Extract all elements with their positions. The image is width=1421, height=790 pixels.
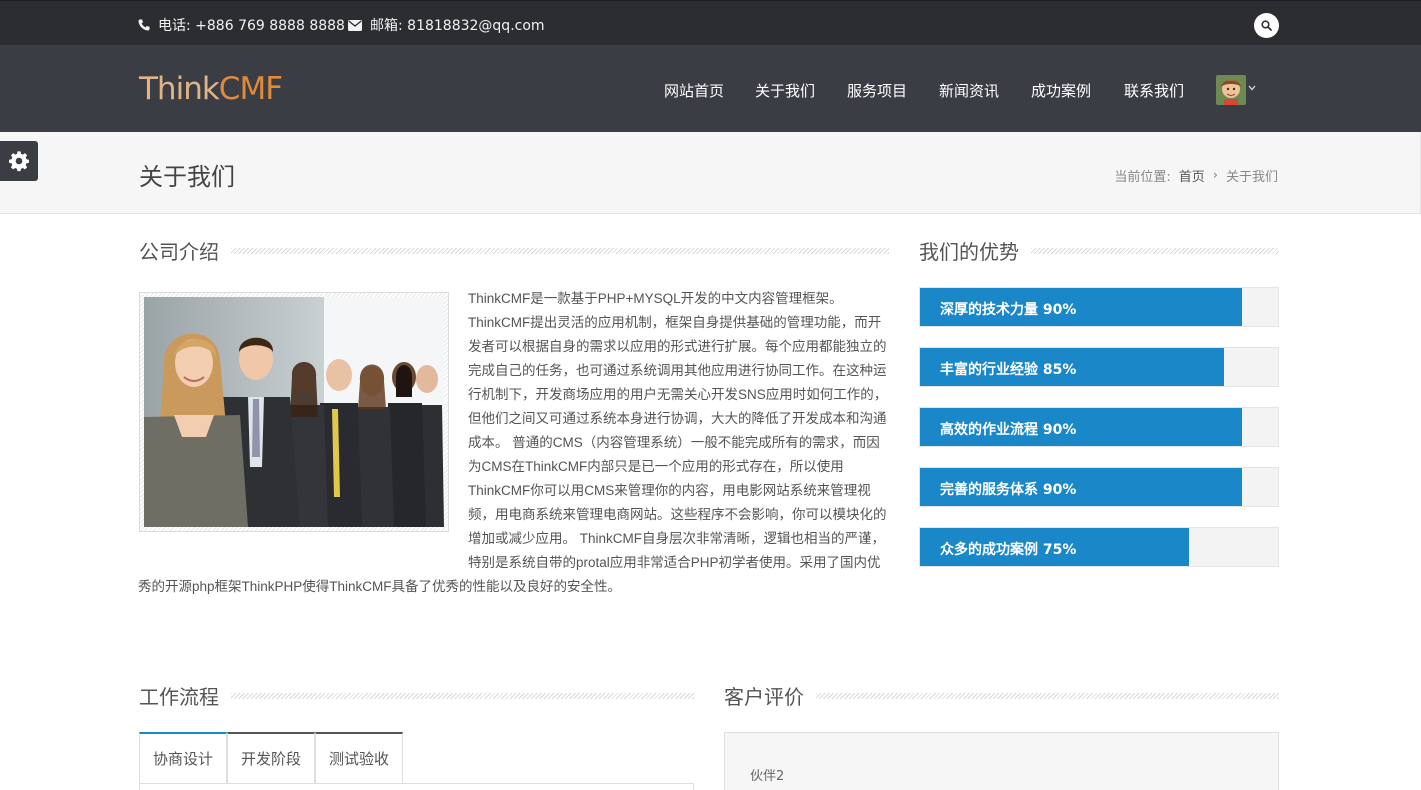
main-navbar: ThinkCMF 网站首页 关于我们 服务项目 新闻资讯 成功案例 联系我们 (0, 45, 1421, 132)
heading-rule (231, 247, 889, 254)
search-button[interactable] (1254, 13, 1279, 38)
tab-design[interactable]: 协商设计 (139, 732, 228, 784)
intro-heading-text: 公司介绍 (139, 240, 219, 264)
phone-contact: 电话: +886 769 8888 8888 (138, 15, 345, 35)
email-text: 邮箱: 81818832@qq.com (370, 18, 545, 34)
breadcrumb: 当前位置: 首页 › 关于我们 (1114, 166, 1278, 185)
nav-item-cases[interactable]: 成功案例 (1031, 80, 1091, 101)
breadcrumb-home[interactable]: 首页 (1179, 166, 1205, 185)
email-contact: 邮箱: 81818832@qq.com (348, 15, 545, 35)
skill-bar: 完善的服务体系 90% (919, 467, 1279, 507)
heading-rule (816, 692, 1279, 699)
reviews-heading: 客户评价 (724, 681, 1279, 710)
top-contact-bar: 电话: +886 769 8888 8888 邮箱: 81818832@qq.c… (0, 0, 1421, 45)
workflow-heading: 工作流程 (139, 681, 694, 710)
heading-rule (231, 692, 694, 699)
skill-bar-label: 完善的服务体系 90% (940, 482, 1077, 498)
heading-rule (1031, 247, 1279, 254)
nav-item-services[interactable]: 服务项目 (847, 80, 907, 101)
site-logo[interactable]: ThinkCMF (139, 71, 283, 107)
skill-bar: 众多的成功案例 75% (919, 527, 1279, 567)
reviews-heading-text: 客户评价 (724, 685, 804, 709)
gear-icon (9, 151, 29, 172)
page-header: 关于我们 当前位置: 首页 › 关于我们 (0, 132, 1421, 214)
skill-bar: 高效的作业流程 90% (919, 407, 1279, 447)
workflow-heading-text: 工作流程 (139, 685, 219, 709)
logo-think: Think (139, 71, 220, 107)
search-icon (1261, 20, 1272, 31)
tab-development[interactable]: 开发阶段 (227, 732, 316, 784)
skill-bar-label: 高效的作业流程 90% (940, 422, 1077, 438)
skill-bar: 丰富的行业经验 85% (919, 347, 1279, 387)
breadcrumb-current: 关于我们 (1225, 170, 1278, 185)
nav-item-contact[interactable]: 联系我们 (1124, 80, 1184, 101)
envelope-icon (348, 19, 362, 31)
breadcrumb-prefix: 当前位置: (1114, 170, 1171, 185)
advantages-heading-text: 我们的优势 (919, 240, 1019, 264)
phone-icon (138, 19, 150, 31)
advantages-heading: 我们的优势 (919, 236, 1279, 265)
page-title: 关于我们 (139, 163, 235, 191)
breadcrumb-separator: › (1212, 168, 1218, 183)
skill-bar-label: 众多的成功案例 75% (940, 542, 1077, 558)
phone-text: 电话: +886 769 8888 8888 (158, 18, 345, 34)
team-photo (139, 292, 449, 532)
nav-item-news[interactable]: 新闻资讯 (939, 80, 999, 101)
user-avatar[interactable] (1216, 75, 1246, 105)
logo-cmf: CMF (218, 71, 283, 107)
testimonial-name: 伙伴2 (750, 769, 785, 784)
intro-heading: 公司介绍 (139, 236, 889, 265)
nav-item-home[interactable]: 网站首页 (664, 80, 724, 101)
settings-toggle[interactable] (0, 141, 38, 181)
chevron-down-icon[interactable] (1248, 85, 1256, 91)
skill-bar: 深厚的技术力量 90% (919, 287, 1279, 327)
workflow-tab-panel (139, 783, 694, 790)
nav-item-about[interactable]: 关于我们 (755, 80, 815, 101)
tab-testing[interactable]: 测试验收 (315, 732, 404, 784)
skill-bar-label: 深厚的技术力量 90% (940, 302, 1077, 318)
testimonial-card: 伙伴2 (724, 732, 1279, 790)
skill-bar-label: 丰富的行业经验 85% (940, 362, 1077, 378)
workflow-tabs: 协商设计 开发阶段 测试验收 (139, 732, 404, 784)
